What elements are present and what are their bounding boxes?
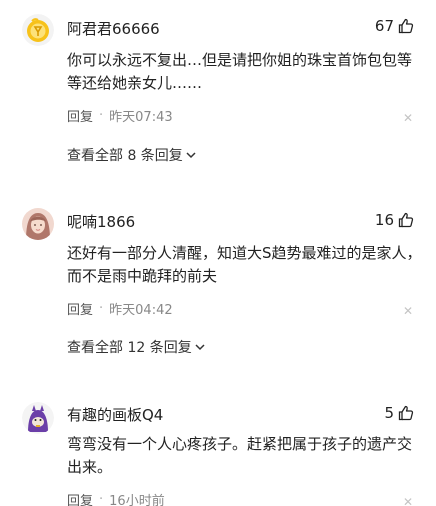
username[interactable]: 有趣的画板Q4: [67, 404, 163, 425]
like-button[interactable]: 5: [384, 404, 414, 422]
comment-meta: 回复 · 16小时前: [67, 490, 165, 506]
comment-item: 有趣的画板Q4 5 弯弯没有一个人心疼孩子。赶紧把属于孩子的遗产交出来。 回复 …: [0, 0, 436, 506]
reply-button[interactable]: 回复: [67, 490, 93, 506]
close-icon[interactable]: ✕: [403, 496, 413, 506]
thumbs-up-icon: [398, 405, 414, 421]
like-count: 5: [384, 404, 394, 422]
comment-time: 16小时前: [109, 494, 165, 506]
purple-cartoon-avatar-icon: [22, 402, 54, 434]
comment-text: 弯弯没有一个人心疼孩子。赶紧把属于孩子的遗产交出来。: [67, 435, 413, 476]
comment-list: 阿君君66666 67 你可以永远不复出…但是请把你姐的珠宝首饰包包等等还给她亲…: [0, 0, 436, 506]
user-avatar[interactable]: [22, 402, 54, 434]
separator-dot: ·: [99, 492, 104, 506]
